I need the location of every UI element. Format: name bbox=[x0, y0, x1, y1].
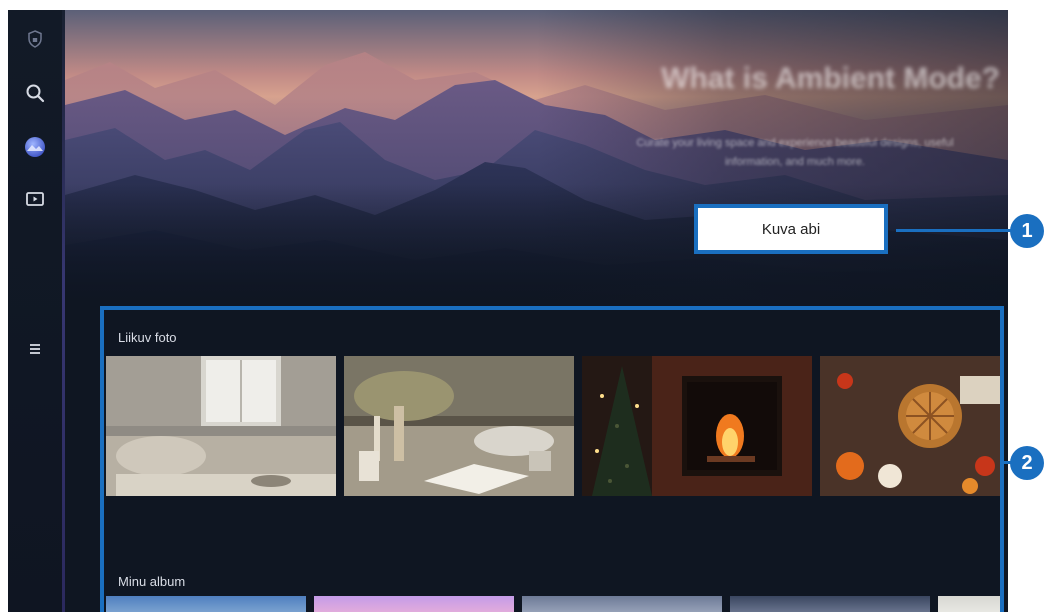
hero-title: What is Ambient Mode? bbox=[661, 62, 1000, 95]
sidebar bbox=[8, 10, 62, 612]
section-title-my-album: Minu album bbox=[118, 574, 186, 589]
motion-photo-bedroom[interactable] bbox=[106, 356, 336, 496]
menu-icon[interactable] bbox=[22, 336, 48, 362]
help-button[interactable]: Kuva abi bbox=[694, 204, 888, 254]
callout-2-badge: 2 bbox=[1010, 446, 1044, 480]
ambient-hero-banner: What is Ambient Mode? Curate your living… bbox=[65, 10, 1008, 300]
hero-subtitle: Curate your living space and experience … bbox=[636, 137, 954, 168]
motion-photo-fireplace[interactable] bbox=[582, 356, 812, 496]
album-photo-5[interactable] bbox=[938, 596, 1000, 612]
media-icon[interactable] bbox=[22, 186, 48, 212]
callout-1-badge: 1 bbox=[1010, 214, 1044, 248]
ambient-mode-icon[interactable] bbox=[22, 134, 48, 160]
section-title-motion-photo: Liikuv foto bbox=[118, 330, 177, 345]
album-photo-4[interactable] bbox=[730, 596, 930, 612]
album-photo-2[interactable] bbox=[314, 596, 514, 612]
motion-photo-pie-table[interactable] bbox=[820, 356, 1000, 496]
album-photo-3[interactable] bbox=[522, 596, 722, 612]
album-photo-1[interactable] bbox=[106, 596, 306, 612]
tv-screen: What is Ambient Mode? Curate your living… bbox=[8, 10, 1008, 612]
search-icon[interactable] bbox=[22, 80, 48, 106]
content-panel: Liikuv foto Minu album bbox=[100, 306, 1004, 612]
callout-1-line bbox=[896, 229, 1014, 232]
shield-lock-icon[interactable] bbox=[22, 26, 48, 52]
motion-photo-reading-nook[interactable] bbox=[344, 356, 574, 496]
